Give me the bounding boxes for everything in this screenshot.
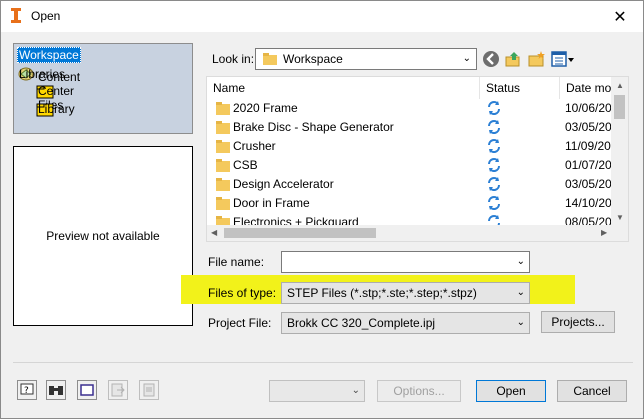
open-from-vault-button[interactable] [108, 380, 128, 400]
folder-icon [216, 178, 230, 191]
chevron-down-icon: ⌄ [516, 287, 525, 298]
svg-text:?: ? [24, 386, 29, 396]
files-of-type-label: Files of type: [208, 286, 277, 300]
column-name[interactable]: Name [207, 77, 480, 99]
close-icon: ✕ [613, 8, 627, 26]
look-in-value: Workspace [283, 52, 343, 66]
file-date: 11/09/201 [565, 139, 618, 153]
open-button[interactable]: Open [476, 380, 546, 402]
chevron-down-icon: ⌄ [462, 53, 471, 64]
open-dialog: Open ✕ Workspace Libraries Content Cente… [0, 0, 644, 419]
sync-status-icon [488, 101, 500, 115]
file-row[interactable]: 2020 Frame 10/06/201 [207, 99, 618, 118]
file-name: CSB [233, 158, 258, 172]
scroll-down-icon[interactable]: ▼ [616, 213, 624, 222]
place-libraries[interactable]: Libraries [17, 65, 65, 83]
vault-icon [111, 383, 125, 397]
folder-icon [216, 159, 230, 172]
look-in-label: Look in: [212, 52, 255, 66]
file-row[interactable]: Design Accelerator 03/05/201 [207, 175, 618, 194]
options-button[interactable]: Options... [377, 380, 461, 402]
place-library[interactable]: Library [36, 100, 75, 118]
title-bar: Open ✕ [1, 1, 643, 32]
up-folder-icon[interactable] [504, 50, 522, 68]
file-options-icon [143, 383, 155, 397]
new-folder-icon[interactable] [528, 50, 546, 68]
place-label: Workspace [17, 47, 81, 63]
scroll-left-icon[interactable]: ◀ [211, 228, 217, 237]
scroll-thumb[interactable] [224, 228, 376, 238]
binoculars-icon [49, 386, 63, 395]
cancel-button[interactable]: Cancel [557, 380, 627, 402]
separator [13, 362, 633, 363]
sync-status-icon [488, 196, 500, 210]
file-row[interactable]: CSB 01/07/201 [207, 156, 618, 175]
chevron-down-icon: ⌄ [516, 317, 525, 328]
chevron-down-icon: ⌄ [516, 256, 525, 267]
sync-status-icon [488, 120, 500, 134]
folder-icon [216, 102, 230, 115]
file-list[interactable]: Name Status Date moc 2020 Frame 10/06/201… [206, 76, 629, 242]
place-workspace[interactable]: Workspace [17, 46, 81, 64]
file-row[interactable]: Crusher 11/09/201 [207, 137, 618, 156]
scroll-up-icon[interactable]: ▲ [616, 81, 624, 90]
file-name: 2020 Frame [233, 101, 298, 115]
file-name: Brake Disc - Shape Generator [233, 120, 394, 134]
back-icon[interactable] [482, 50, 500, 68]
files-of-type-dropdown[interactable]: STEP Files (*.stp;*.ste;*.step;*.stpz) ⌄ [281, 282, 530, 304]
file-name: Design Accelerator [233, 177, 334, 191]
folder-icon [216, 121, 230, 134]
preview-toggle-button[interactable] [77, 380, 97, 400]
place-content-center-files[interactable]: Content Center Files [36, 70, 80, 112]
sync-status-icon [488, 177, 500, 191]
place-label: Library [38, 102, 75, 116]
sync-status-icon [488, 139, 500, 153]
preview-icon [80, 384, 94, 396]
find-button[interactable] [46, 380, 66, 400]
scroll-thumb[interactable] [614, 95, 625, 119]
column-status[interactable]: Status [480, 77, 560, 99]
file-row[interactable]: Door in Frame 14/10/201 [207, 194, 618, 213]
inventor-app-icon [11, 8, 21, 23]
folder-icon [263, 53, 277, 65]
window-title: Open [31, 9, 61, 23]
horizontal-scrollbar[interactable]: ◀ ▶ [207, 225, 613, 241]
file-row[interactable]: Brake Disc - Shape Generator 03/05/201 [207, 118, 618, 137]
view-menu-icon[interactable] [551, 50, 575, 68]
file-name: Crusher [233, 139, 276, 153]
project-file-value: Brokk CC 320_Complete.ipj [287, 316, 436, 330]
projects-button[interactable]: Projects... [541, 311, 615, 333]
help-button[interactable]: ? [17, 380, 37, 400]
folder-icon [216, 197, 230, 210]
sync-status-icon [488, 158, 500, 172]
preview-pane: Preview not available [13, 146, 193, 326]
close-button[interactable]: ✕ [597, 1, 643, 32]
files-of-type-value: STEP Files (*.stp;*.ste;*.step;*.stpz) [287, 286, 477, 300]
file-name-label: File name: [208, 255, 265, 269]
vertical-scrollbar[interactable]: ▲ ▼ [611, 77, 628, 226]
preview-text: Preview not available [46, 229, 160, 243]
project-file-label: Project File: [208, 316, 272, 330]
file-name: Door in Frame [233, 196, 310, 210]
scrollbar-corner [611, 225, 628, 241]
chevron-down-icon: ⌄ [351, 385, 360, 396]
folder-icon [216, 140, 230, 153]
help-icon: ? [20, 383, 34, 396]
open-mode-dropdown[interactable]: ⌄ [269, 380, 365, 402]
scroll-right-icon[interactable]: ▶ [601, 228, 607, 237]
file-name-input[interactable]: ⌄ [281, 251, 530, 273]
places-panel: Workspace Libraries Content Center Files… [13, 43, 193, 134]
project-file-dropdown[interactable]: Brokk CC 320_Complete.ipj ⌄ [281, 312, 530, 334]
look-in-dropdown[interactable]: Workspace ⌄ [255, 48, 477, 70]
file-options-button[interactable] [139, 380, 159, 400]
